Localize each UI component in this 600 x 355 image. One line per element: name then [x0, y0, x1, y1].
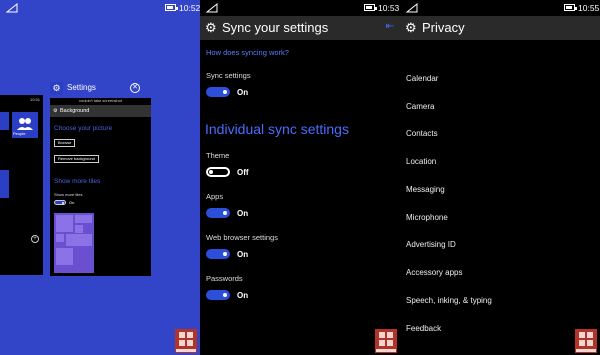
privacy-item-messaging[interactable]: Messaging	[406, 185, 445, 194]
gear-icon: ⚙	[50, 82, 63, 95]
passwords-toggle[interactable]	[206, 290, 230, 300]
section-title: Individual sync settings	[205, 121, 349, 137]
mini-header: couldn't take screenshot	[78, 98, 122, 103]
status-time: 10:53	[378, 3, 400, 13]
add-icon: +	[31, 235, 39, 243]
apps-toggle[interactable]	[206, 208, 230, 218]
browse-button[interactable]: Browse	[54, 139, 76, 147]
windows-logo-icon	[375, 329, 397, 353]
gear-icon: ⚙	[205, 20, 217, 35]
passwords-state: On	[237, 291, 249, 300]
app-card-start[interactable]: 10:51 People +	[0, 95, 43, 275]
status-bar: 10:52	[0, 0, 200, 16]
pin-icon[interactable]: ⇤	[386, 21, 394, 32]
start-tile	[0, 112, 9, 130]
privacy-item-feedback[interactable]: Feedback	[406, 324, 441, 333]
apps-label: Apps	[206, 192, 224, 201]
gear-icon: ⚙	[53, 108, 58, 114]
start-tile	[0, 170, 9, 198]
sync-settings-label: Sync settings	[206, 71, 251, 80]
sync-settings-toggle[interactable]	[206, 87, 230, 97]
windows-logo-icon	[175, 329, 197, 353]
people-tile-label: People	[13, 131, 26, 136]
task-switcher-screen: 10:52 10:51 People + ⚙ Settings ✕ couldn…	[0, 0, 200, 355]
status-time: 10:55	[578, 3, 600, 13]
page-header: ⚙ Privacy	[400, 16, 600, 40]
battery-icon	[364, 4, 377, 11]
band-title: Background	[60, 108, 90, 114]
apps-state: On	[237, 209, 249, 218]
privacy-item-camera[interactable]: Camera	[406, 102, 434, 111]
status-time: 10:52	[179, 3, 200, 13]
gear-icon: ⚙	[405, 20, 417, 35]
more-tiles-label: Show more tiles	[54, 192, 83, 197]
privacy-item-calendar[interactable]: Calendar	[406, 74, 438, 83]
theme-label: Theme	[206, 151, 230, 160]
app-card-header: ⚙ Settings ✕	[50, 81, 150, 96]
web-browser-state: On	[237, 250, 249, 259]
privacy-item-microphone[interactable]: Microphone	[406, 213, 448, 222]
signal-icon	[406, 3, 418, 13]
choose-picture-heading: Choose your picture	[54, 125, 113, 132]
passwords-label: Passwords	[206, 274, 243, 283]
privacy-item-contacts[interactable]: Contacts	[406, 129, 438, 138]
theme-toggle[interactable]	[206, 167, 230, 177]
battery-icon	[564, 4, 577, 11]
privacy-item-speech[interactable]: Speech, inking, & typing	[406, 296, 492, 305]
how-syncing-works-link[interactable]: How does syncing work?	[206, 48, 289, 57]
app-card-title: Settings	[67, 83, 96, 92]
page-title: Sync your settings	[222, 20, 329, 35]
web-browser-toggle[interactable]	[206, 249, 230, 259]
sync-settings-state: On	[237, 88, 249, 97]
privacy-item-accessory-apps[interactable]: Accessory apps	[406, 268, 462, 277]
start-screen-preview	[54, 213, 94, 273]
signal-icon	[6, 3, 18, 13]
windows-logo-icon	[575, 329, 597, 353]
mini-status-time: 10:51	[29, 97, 40, 102]
privacy-screen: 10:55 ⚙ Privacy Calendar Camera Contacts…	[400, 0, 600, 355]
toggle-state: On	[69, 200, 75, 205]
page-title: Privacy	[422, 20, 465, 35]
signal-icon	[206, 3, 218, 13]
status-bar: 10:55	[400, 0, 600, 16]
sync-settings-screen: 10:53 ⚙ Sync your settings ⇤ How does sy…	[200, 0, 400, 355]
theme-state: Off	[237, 168, 249, 177]
app-card-settings[interactable]: couldn't take screenshot ⚙ Background Ch…	[50, 98, 151, 276]
web-browser-label: Web browser settings	[206, 233, 278, 242]
remove-background-button[interactable]: Remove background	[54, 155, 99, 163]
more-tiles-toggle[interactable]	[54, 200, 66, 205]
status-bar: 10:53	[200, 0, 400, 16]
screenshot-collage: 10:52 10:51 People + ⚙ Settings ✕ couldn…	[0, 0, 600, 355]
close-icon[interactable]: ✕	[130, 83, 140, 93]
privacy-item-advertising-id[interactable]: Advertising ID	[406, 240, 456, 249]
background-band: ⚙ Background	[50, 105, 151, 117]
battery-icon	[165, 4, 178, 11]
page-header: ⚙ Sync your settings ⇤	[200, 16, 400, 40]
more-tiles-heading: Show more tiles	[54, 178, 101, 185]
privacy-item-location[interactable]: Location	[406, 157, 436, 166]
